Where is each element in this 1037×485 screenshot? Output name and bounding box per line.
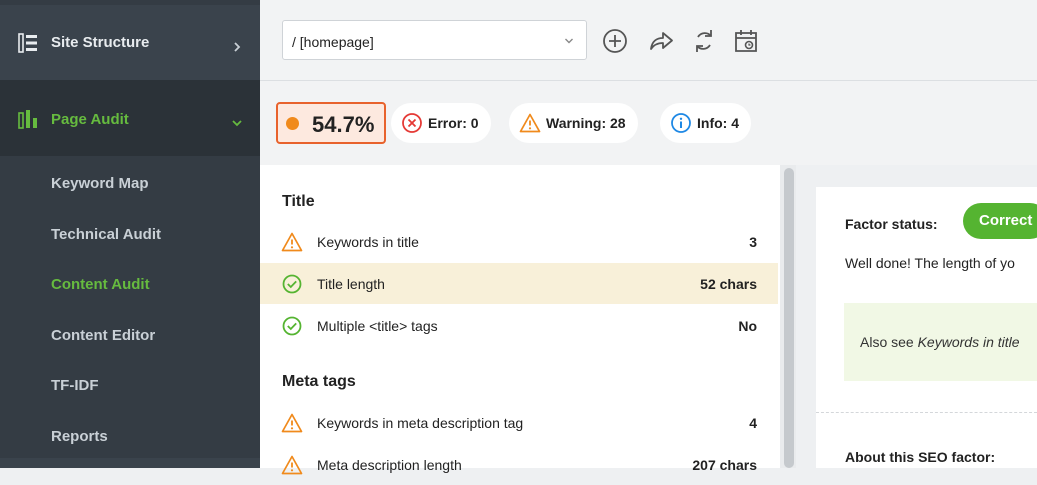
sidebar-item-tf-idf[interactable]: TF-IDF [51,377,98,394]
error-filter-pill[interactable]: Error: 0 [391,103,491,143]
factor-value: No [738,318,757,334]
info-filter-pill[interactable]: Info: 4 [660,103,751,143]
check-circle-icon [282,274,302,294]
factor-label: Title length [317,276,385,292]
sidebar-item-label: Page Audit [51,111,129,128]
error-count: Error: 0 [428,115,479,131]
factor-detail-panel: Factor status: Correct Well done! The le… [816,187,1037,468]
sidebar: Site Structure Page Audit Keyword Map Te… [0,0,260,468]
check-circle-icon [282,316,302,336]
info-count: Info: 4 [697,115,739,131]
factor-label: Meta description length [317,457,462,473]
page-audit-icon [18,110,37,129]
factor-label: Keywords in meta description tag [317,415,524,431]
add-circle-icon[interactable] [601,27,629,55]
chevron-right-icon [234,42,241,52]
sidebar-item-label: Site Structure [51,34,150,51]
share-icon[interactable] [647,27,675,55]
site-structure-icon [18,33,37,53]
factor-value: 3 [749,234,757,250]
sidebar-item-content-audit[interactable]: Content Audit [51,276,150,293]
warning-icon [519,113,541,133]
score-badge[interactable]: 54.7% [276,102,386,144]
calendar-schedule-icon[interactable] [732,27,760,55]
detail-divider [816,412,1037,413]
sidebar-item-page-audit[interactable]: Page Audit [0,80,260,156]
factor-row-selected[interactable]: Title length 52 chars [260,263,778,304]
top-toolbar: / [homepage] [260,0,1037,81]
warning-filter-pill[interactable]: Warning: 28 [509,103,638,143]
factor-list-scroll-thumb[interactable] [784,168,794,468]
factor-row[interactable]: Keywords in meta description tag 4 [260,402,778,443]
section-title-title: Title [282,193,315,210]
factor-value: 52 chars [700,276,757,292]
page-url-value: / [homepage] [292,34,374,50]
sidebar-item-site-structure[interactable]: Site Structure [0,5,260,80]
section-title-meta-tags: Meta tags [282,373,356,390]
page-url-select[interactable]: / [homepage] [282,20,587,60]
sidebar-divider [0,458,260,468]
status-badge: Correct [963,203,1037,239]
chevron-down-icon [565,38,573,44]
factor-value: 4 [749,415,757,431]
factor-message: Well done! The length of yo [845,255,1015,271]
factor-value: 207 chars [692,457,757,473]
sidebar-item-technical-audit[interactable]: Technical Audit [51,226,161,243]
sidebar-item-keyword-map[interactable]: Keyword Map [51,175,149,192]
see-also-link[interactable]: Keywords in title [918,334,1020,350]
score-value: 54.7% [312,112,375,137]
see-also-text: Also see Keywords in title [860,334,1020,350]
info-icon [671,113,691,133]
factor-row[interactable]: Multiple <title> tags No [260,305,778,346]
factor-status-label: Factor status: [845,216,938,232]
warning-icon [281,232,303,252]
warning-count: Warning: 28 [546,115,626,131]
score-dot-icon [286,117,299,130]
warning-icon [281,413,303,433]
sidebar-item-reports[interactable]: Reports [51,428,108,445]
sidebar-item-content-editor[interactable]: Content Editor [51,327,155,344]
error-icon [402,113,422,133]
factor-row[interactable]: Keywords in title 3 [260,221,778,262]
factor-label: Multiple <title> tags [317,318,438,334]
chevron-down-icon [232,120,242,127]
factor-row[interactable]: Meta description length 207 chars [260,444,778,485]
audit-status-bar: 54.7% Error: 0 Warning: 28 Info: 4 [260,81,1037,165]
see-also-prefix: Also see [860,334,918,350]
warning-icon [281,455,303,475]
seo-factor-list: Title Keywords in title 3 Title length 5… [260,165,780,475]
see-also-box: Also see Keywords in title [844,303,1037,381]
refresh-icon[interactable] [690,27,718,55]
about-seo-factor-heading: About this SEO factor: [845,449,996,465]
factor-label: Keywords in title [317,234,419,250]
